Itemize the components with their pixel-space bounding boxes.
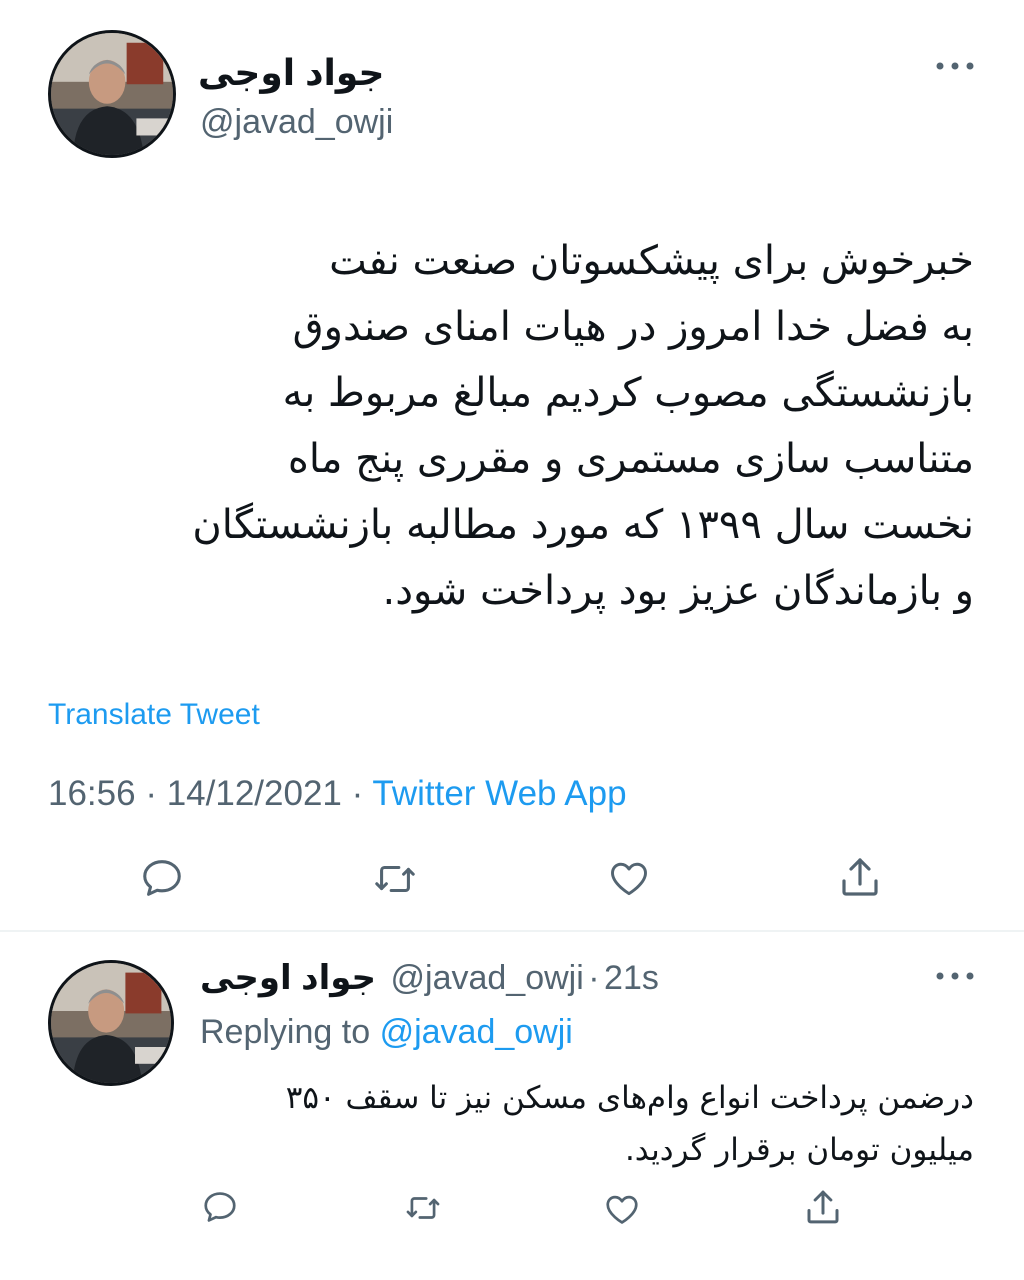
reply-author-handle[interactable]: @javad_owji — [391, 959, 584, 997]
tweet-body: خبرخوش برای پیشکسوتان صنعت نفت به فضل خد… — [40, 228, 974, 624]
reply-icon[interactable] — [200, 1188, 240, 1226]
tweet-line: و بازماندگان عزیز بود پرداخت شود. — [382, 568, 974, 614]
meta-separator: · — [351, 774, 364, 813]
more-dots-icon[interactable] — [935, 970, 975, 982]
tweet-line: نخست سال ۱۳۹۹ که مورد مطالبه بازنشستگان — [192, 502, 974, 548]
reply-header: جواد اوجی @javad_owji · 21s — [200, 958, 659, 998]
replying-to: Replying to @javad_owji — [200, 1013, 573, 1052]
reply-icon[interactable] — [138, 855, 186, 901]
author-avatar[interactable] — [48, 30, 176, 158]
like-icon[interactable] — [606, 856, 652, 900]
retweet-icon[interactable] — [370, 856, 420, 902]
retweet-icon[interactable] — [402, 1189, 444, 1227]
author-name[interactable]: جواد اوجی — [198, 52, 384, 94]
reply-separator: · — [588, 959, 600, 997]
tweet-source-link[interactable]: Twitter Web App — [372, 774, 626, 813]
reply-author-avatar[interactable] — [48, 960, 174, 1086]
replying-to-handle[interactable]: @javad_owji — [380, 1013, 573, 1051]
avatar-photo — [51, 963, 171, 1083]
avatar-photo — [51, 33, 173, 155]
tweet-line: متناسب سازی مستمری و مقرری پنج ماه — [287, 436, 974, 482]
translate-tweet-link[interactable]: Translate Tweet — [48, 698, 260, 732]
reply-author-name[interactable]: جواد اوجی — [200, 959, 376, 997]
reply-line: میلیون تومان برقرار گردید. — [624, 1132, 974, 1168]
tweet-date[interactable]: 14/12/2021 — [167, 774, 342, 813]
author-handle[interactable]: @javad_owji — [200, 103, 393, 142]
reply-line: درضمن پرداخت انواع وام‌های مسکن نیز تا س… — [285, 1080, 974, 1116]
share-icon[interactable] — [802, 1186, 844, 1228]
like-icon[interactable] — [602, 1190, 642, 1228]
tweet-line: بازنشستگی مصوب کردیم مبالغ مربوط به — [282, 370, 974, 416]
reply-age[interactable]: 21s — [604, 959, 659, 997]
tweet-time[interactable]: 16:56 — [48, 774, 136, 813]
tweet-divider — [0, 930, 1024, 932]
tweet-line: خبرخوش برای پیشکسوتان صنعت نفت — [329, 238, 974, 284]
meta-separator: · — [145, 774, 157, 813]
tweet-metadata: 16:56 · 14/12/2021 · Twitter Web App — [48, 774, 627, 814]
replying-to-label: Replying to — [200, 1013, 371, 1051]
more-dots-icon[interactable] — [935, 60, 975, 72]
tweet-line: به فضل خدا امروز در هیات امنای صندوق — [292, 304, 974, 350]
share-icon[interactable] — [836, 853, 884, 901]
reply-body: درضمن پرداخت انواع وام‌های مسکن نیز تا س… — [190, 1072, 974, 1176]
